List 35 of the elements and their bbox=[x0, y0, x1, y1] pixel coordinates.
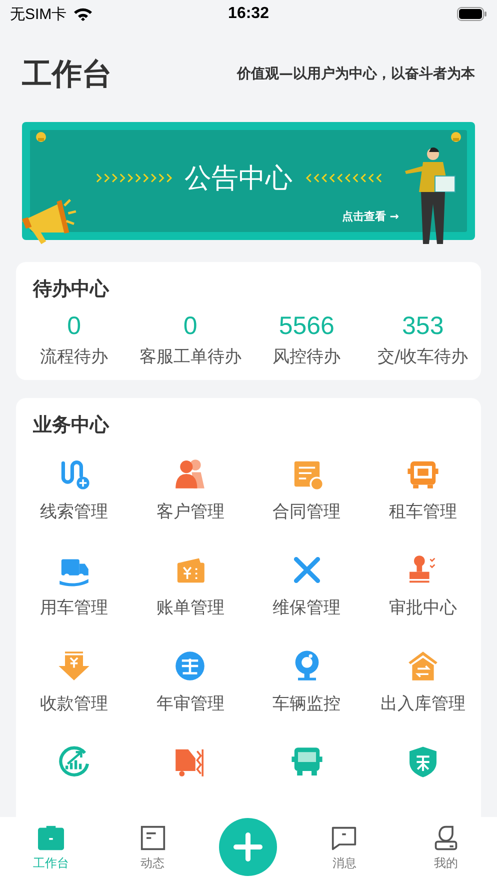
megaphone-icon bbox=[20, 196, 78, 246]
tab-item[interactable]: 我的 bbox=[411, 825, 482, 872]
pin-icon bbox=[449, 130, 463, 144]
tab-item[interactable]: 动态 bbox=[118, 825, 188, 872]
pin-icon bbox=[34, 130, 48, 144]
feature-label[interactable]: 账单管理 bbox=[156, 596, 224, 619]
battery-icon bbox=[457, 7, 487, 21]
feature-label[interactable]: 收款管理 bbox=[40, 692, 108, 715]
carrier-name: 无SIM卡 bbox=[10, 4, 67, 24]
feature-label[interactable]: 维保管理 bbox=[272, 596, 341, 619]
motto-text: 价值观—以用户为中心，以奋斗者为本 bbox=[237, 65, 475, 83]
briefcase-icon bbox=[36, 825, 65, 851]
todo-label[interactable]: 流程待办 bbox=[40, 345, 108, 368]
todo-label[interactable]: 交/收车待办 bbox=[378, 345, 468, 368]
feature-label[interactable]: 年审管理 bbox=[156, 692, 224, 715]
clock-time: 16:32 bbox=[228, 5, 269, 23]
section-title: 待办中心 bbox=[32, 277, 110, 302]
todo-label[interactable]: 风控待办 bbox=[272, 345, 341, 368]
feature-label[interactable]: 审批中心 bbox=[388, 596, 457, 619]
banner-title: 公告中心 bbox=[184, 162, 292, 196]
add-icon bbox=[233, 832, 264, 862]
feature-label[interactable]: 车辆监控 bbox=[272, 692, 341, 715]
todo-label[interactable]: 客服工单待办 bbox=[139, 345, 242, 368]
message-icon bbox=[330, 825, 358, 851]
tab-item[interactable]: 消息 bbox=[309, 825, 380, 872]
page-title: 工作台 bbox=[22, 56, 112, 94]
feature-label[interactable]: 线索管理 bbox=[40, 500, 108, 523]
feature-label[interactable]: 用车管理 bbox=[40, 596, 108, 619]
document-icon bbox=[138, 825, 167, 851]
section-title: 业务中心 bbox=[32, 413, 110, 438]
wifi-icon bbox=[72, 7, 93, 21]
feature-label[interactable]: 合同管理 bbox=[272, 500, 341, 523]
feature-label[interactable]: 租车管理 bbox=[388, 500, 457, 523]
feature-label[interactable]: 客户管理 bbox=[156, 500, 224, 523]
feature-label[interactable]: 出入库管理 bbox=[380, 692, 466, 715]
